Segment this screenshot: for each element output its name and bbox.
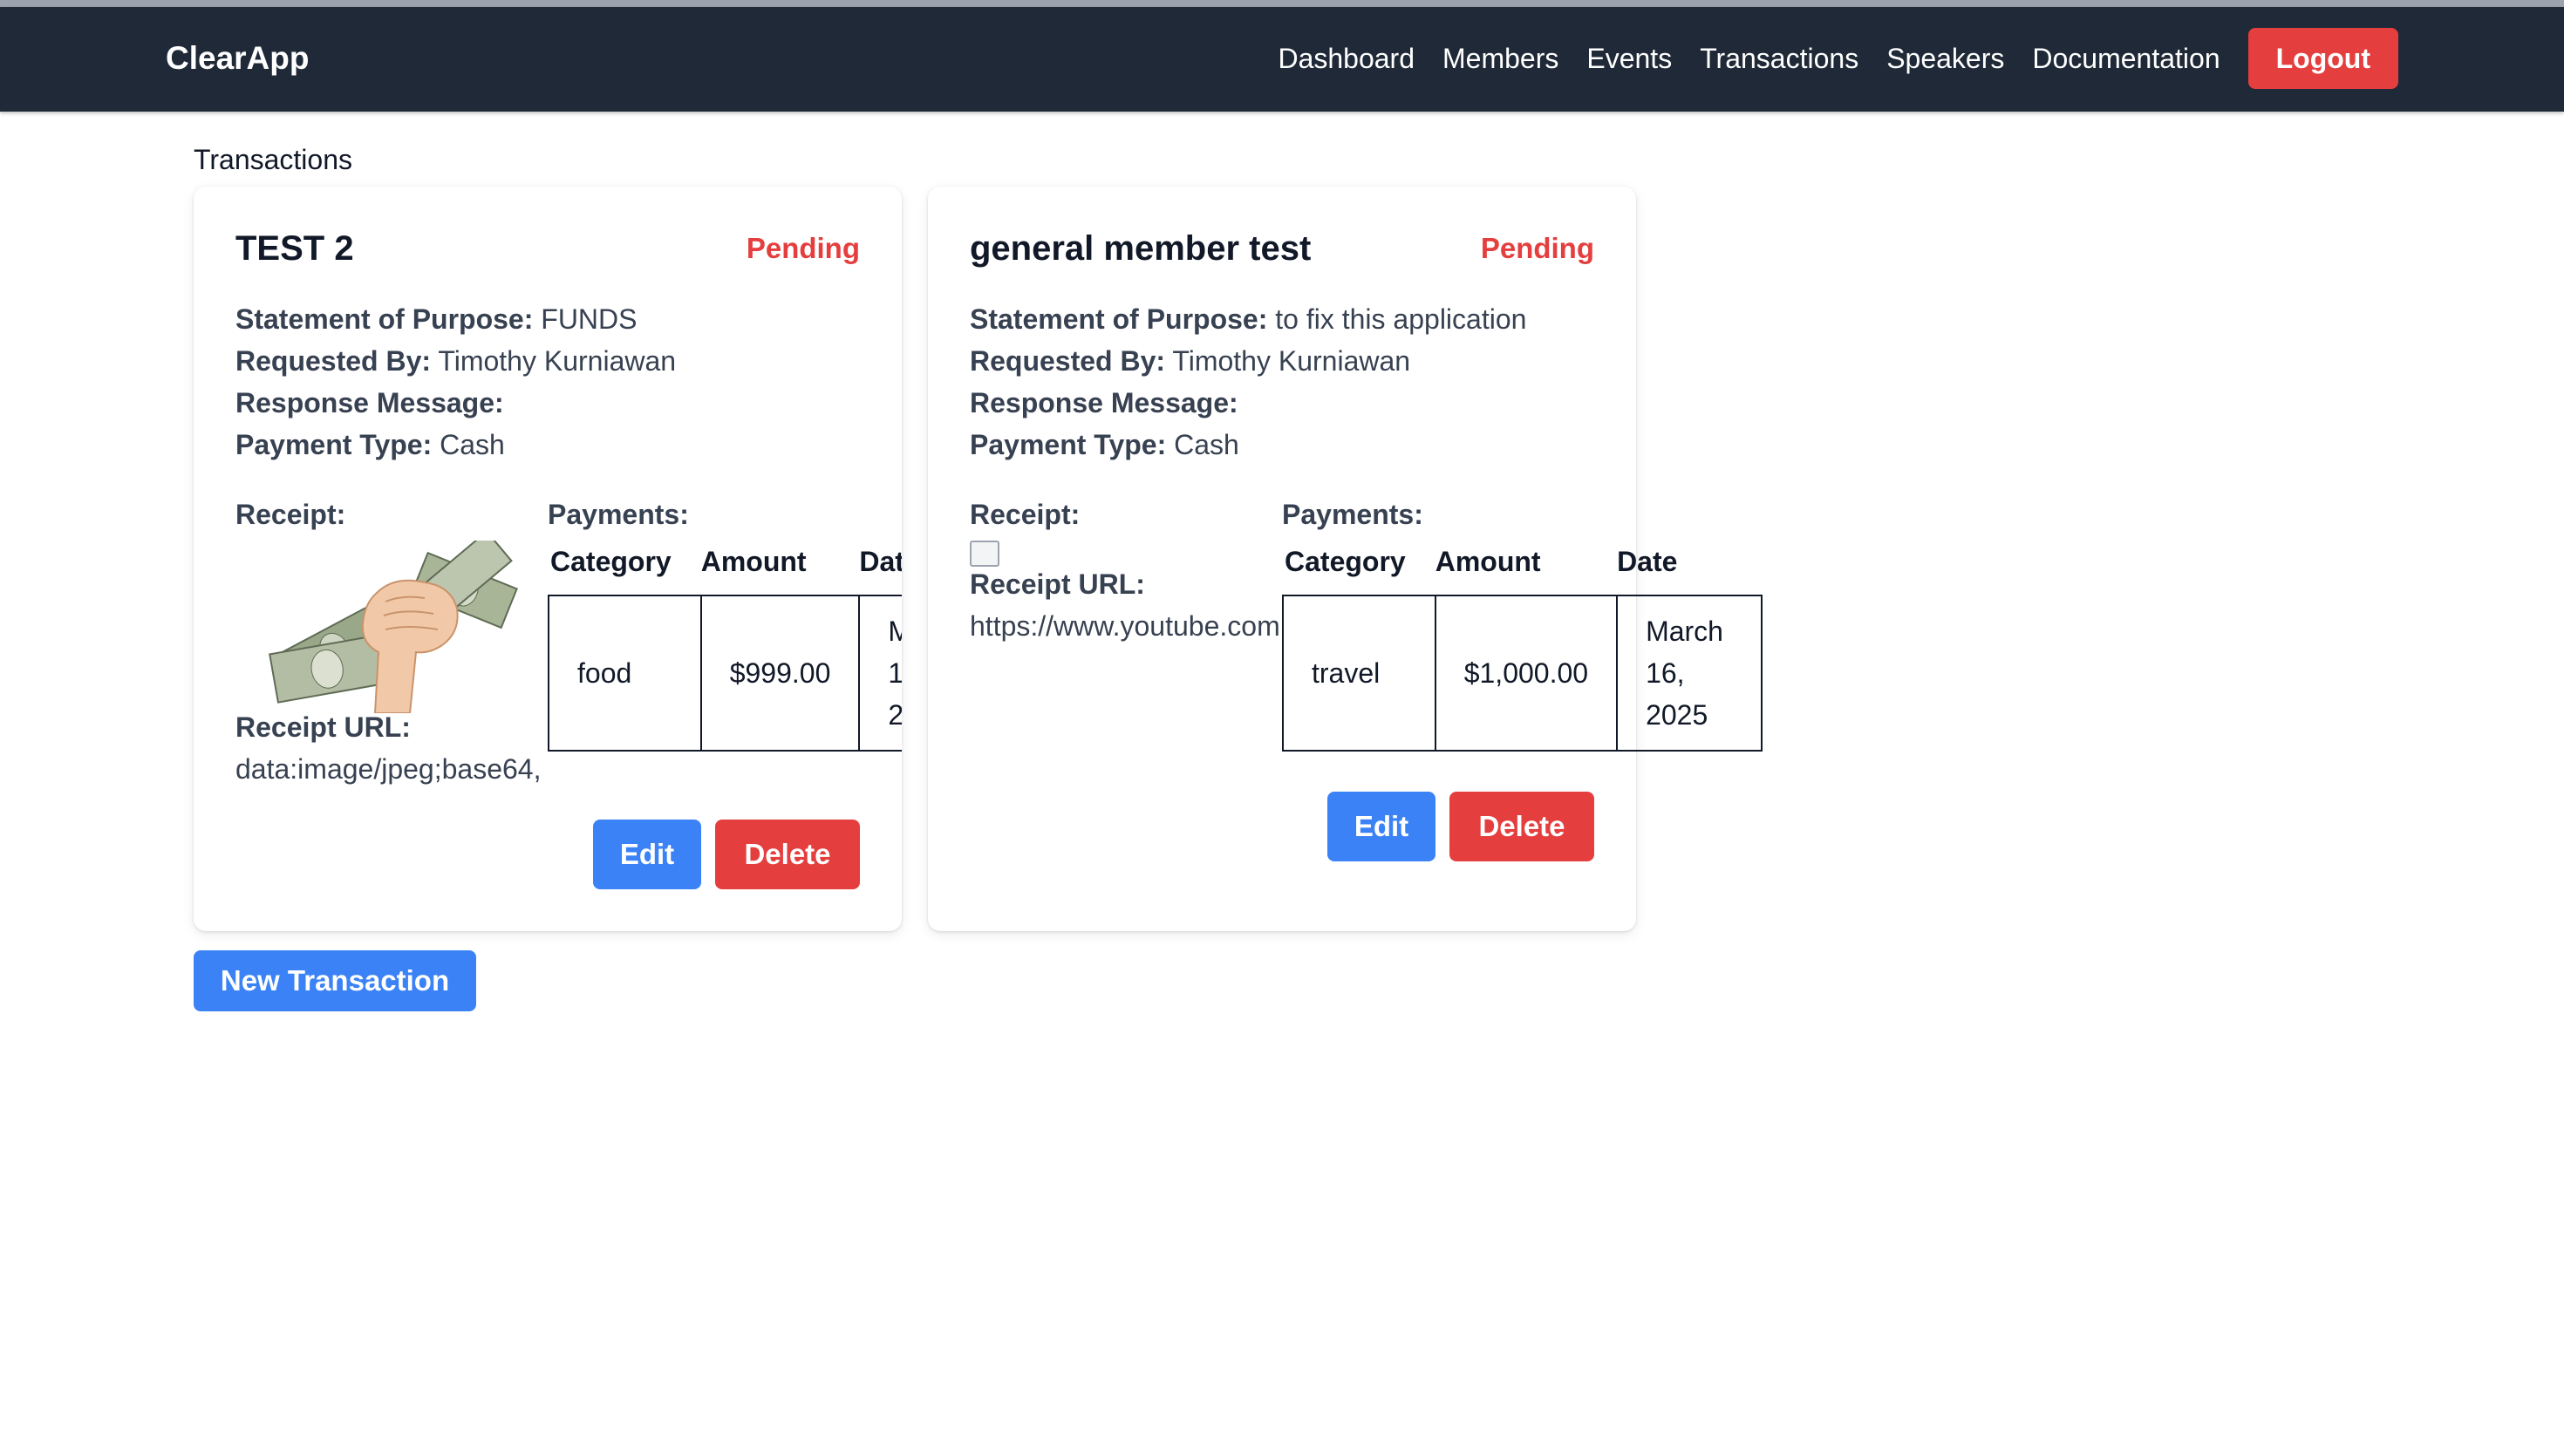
delete-button[interactable]: Delete bbox=[715, 820, 860, 889]
response-message-row: Response Message: bbox=[235, 385, 504, 420]
nav-links: Dashboard Members Events Transactions Sp… bbox=[1278, 28, 2398, 89]
nav-link-documentation[interactable]: Documentation bbox=[2032, 41, 2220, 76]
purpose-row: Statement of Purpose: FUNDS bbox=[235, 302, 637, 337]
payments-table-container: Category Amount Date food $999.00 March … bbox=[548, 537, 902, 779]
requested-by-value: Timothy Kurniawan bbox=[438, 345, 677, 377]
payment-type-label: Payment Type: bbox=[970, 429, 1167, 460]
nav-link-dashboard[interactable]: Dashboard bbox=[1278, 41, 1415, 76]
table-row: food $999.00 March 16, 2025 bbox=[548, 595, 902, 752]
column-header-date: Date bbox=[859, 545, 902, 577]
payments-table-container: Category Amount Date travel $1,000.00 Ma… bbox=[1282, 537, 1770, 779]
column-header-category: Category bbox=[550, 545, 672, 577]
requested-by-row: Requested By: Timothy Kurniawan bbox=[235, 344, 676, 378]
payment-date-cell: March 16, 2025 bbox=[1616, 595, 1763, 752]
delete-button[interactable]: Delete bbox=[1449, 792, 1594, 861]
receipt-url-label: Receipt URL: bbox=[235, 711, 411, 743]
transaction-card: TEST 2 Pending Statement of Purpose: FUN… bbox=[194, 187, 902, 931]
transaction-title: general member test bbox=[970, 229, 1312, 268]
brand-logo[interactable]: ClearApp bbox=[166, 38, 309, 78]
transaction-card: general member test Pending Statement of… bbox=[928, 187, 1763, 931]
payments-label: Payments: bbox=[1282, 499, 1423, 530]
logout-button[interactable]: Logout bbox=[2247, 28, 2398, 89]
nav-link-speakers[interactable]: Speakers bbox=[1886, 41, 2004, 76]
payment-amount-cell: $999.00 bbox=[699, 595, 861, 752]
payment-type-row: Payment Type: Cash bbox=[235, 427, 505, 462]
page-title: Transactions bbox=[194, 144, 352, 175]
requested-by-row: Requested By: Timothy Kurniawan bbox=[970, 344, 1410, 378]
new-transaction-button[interactable]: New Transaction bbox=[194, 950, 476, 1011]
response-message-label: Response Message: bbox=[970, 387, 1238, 418]
navbar: ClearApp Dashboard Members Events Transa… bbox=[0, 7, 2564, 112]
requested-by-label: Requested By: bbox=[235, 345, 432, 377]
payments-label: Payments: bbox=[548, 499, 689, 530]
purpose-label: Statement of Purpose: bbox=[970, 303, 1268, 335]
requested-by-label: Requested By: bbox=[970, 345, 1166, 377]
payment-type-value: Cash bbox=[1174, 429, 1239, 460]
column-header-category: Category bbox=[1285, 545, 1406, 577]
receipt-label: Receipt: bbox=[970, 499, 1081, 530]
response-message-label: Response Message: bbox=[235, 387, 504, 418]
payments-table: Category Amount Date food $999.00 March … bbox=[548, 537, 902, 752]
receipt-url-label: Receipt URL: bbox=[970, 568, 1145, 600]
broken-image-icon bbox=[970, 541, 999, 567]
status-badge: Pending bbox=[1480, 232, 1594, 264]
receipt-url-value[interactable]: https://www.youtube.com bbox=[970, 609, 1282, 643]
purpose-row: Statement of Purpose: to fix this applic… bbox=[970, 302, 1526, 337]
payment-type-label: Payment Type: bbox=[235, 429, 433, 460]
purpose-value: FUNDS bbox=[541, 303, 638, 335]
status-badge: Pending bbox=[746, 232, 860, 264]
purpose-label: Statement of Purpose: bbox=[235, 303, 534, 335]
payment-category-cell: food bbox=[548, 595, 702, 752]
payments-header-row: Category Amount Date bbox=[549, 537, 902, 595]
table-row: travel $1,000.00 March 16, 2025 bbox=[1282, 595, 1763, 752]
receipt-image bbox=[269, 541, 518, 713]
payment-type-value: Cash bbox=[440, 429, 505, 460]
nav-link-events[interactable]: Events bbox=[1586, 41, 1672, 76]
edit-button[interactable]: Edit bbox=[593, 820, 701, 889]
nav-link-members[interactable]: Members bbox=[1442, 41, 1558, 76]
payments-header-row: Category Amount Date bbox=[1283, 537, 1762, 595]
payment-type-row: Payment Type: Cash bbox=[970, 427, 1239, 462]
payment-amount-cell: $1,000.00 bbox=[1434, 595, 1619, 752]
column-header-date: Date bbox=[1617, 545, 1678, 577]
payment-category-cell: travel bbox=[1282, 595, 1436, 752]
response-message-row: Response Message: bbox=[970, 385, 1238, 420]
transaction-title: TEST 2 bbox=[235, 229, 354, 268]
payments-table: Category Amount Date travel $1,000.00 Ma… bbox=[1282, 537, 1763, 752]
receipt-url-value[interactable]: data:image/jpeg;base64, bbox=[235, 752, 548, 786]
nav-link-transactions[interactable]: Transactions bbox=[1700, 41, 1858, 76]
requested-by-value: Timothy Kurniawan bbox=[1172, 345, 1411, 377]
payment-date-cell: March 16, 2025 bbox=[858, 595, 902, 752]
column-header-amount: Amount bbox=[700, 545, 807, 577]
edit-button[interactable]: Edit bbox=[1327, 792, 1435, 861]
receipt-label: Receipt: bbox=[235, 499, 346, 530]
browser-top-edge bbox=[0, 0, 2564, 7]
purpose-value: to fix this application bbox=[1275, 303, 1527, 335]
column-header-amount: Amount bbox=[1435, 545, 1541, 577]
